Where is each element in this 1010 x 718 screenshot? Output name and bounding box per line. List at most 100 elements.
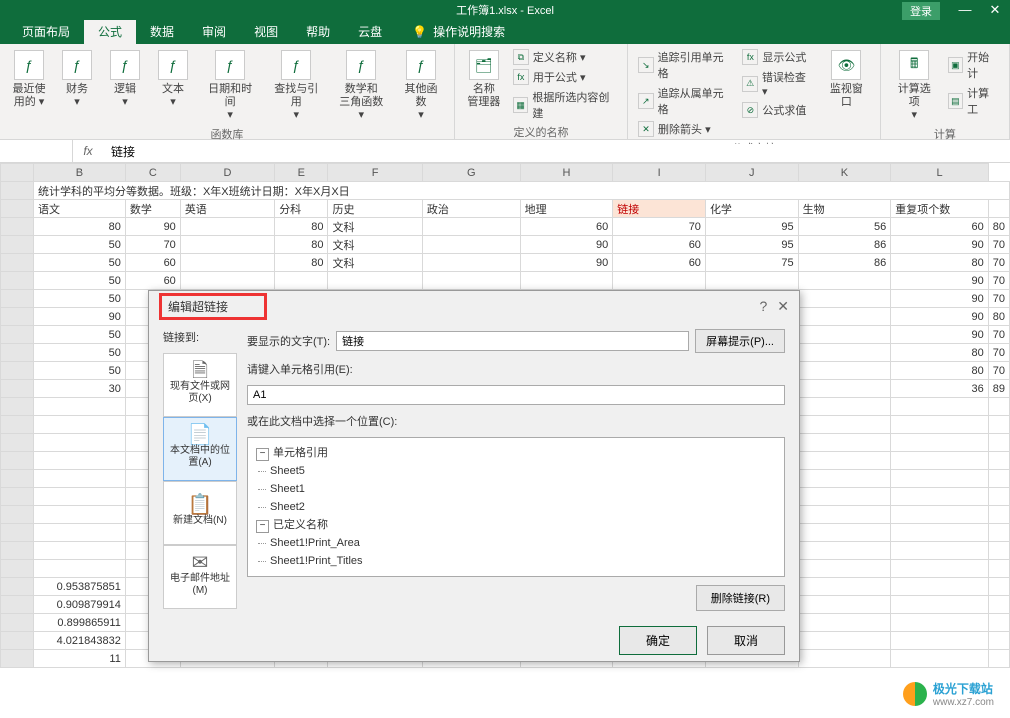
- cell[interactable]: [798, 524, 891, 542]
- cell[interactable]: 30: [33, 380, 125, 398]
- row-header[interactable]: [1, 434, 34, 452]
- cell[interactable]: [891, 398, 989, 416]
- cell[interactable]: [180, 236, 274, 254]
- cell[interactable]: 60: [613, 236, 706, 254]
- cell[interactable]: 90: [125, 218, 180, 236]
- function-category-button[interactable]: ƒ财务 ▾: [54, 48, 100, 111]
- cell[interactable]: [422, 218, 520, 236]
- cell[interactable]: [275, 272, 328, 290]
- cell[interactable]: [33, 524, 125, 542]
- row-header[interactable]: [1, 326, 34, 344]
- column-header[interactable]: L: [891, 164, 989, 182]
- tab-formulas[interactable]: 公式: [84, 19, 136, 44]
- tree-name[interactable]: Sheet1!Print_Area: [270, 537, 360, 549]
- dialog-close-icon[interactable]: ✕: [777, 298, 789, 315]
- row-header[interactable]: [1, 380, 34, 398]
- cell[interactable]: 80: [891, 344, 989, 362]
- function-category-button[interactable]: ƒ查找与引用 ▾: [264, 48, 328, 124]
- link-type-button[interactable]: 🗎现有文件或网页(X): [163, 353, 237, 417]
- cell[interactable]: [988, 524, 1009, 542]
- tree-name[interactable]: Sheet1!Print_Titles: [270, 555, 363, 567]
- row-header[interactable]: [1, 398, 34, 416]
- cell[interactable]: [891, 416, 989, 434]
- function-category-button[interactable]: ƒ最近使 用的 ▾: [6, 48, 52, 111]
- row-header[interactable]: [1, 308, 34, 326]
- error-checking-button[interactable]: ⚠错误检查 ▾: [738, 68, 817, 99]
- dialog-help-icon[interactable]: ?: [759, 298, 767, 315]
- link-type-button[interactable]: ✉电子邮件地址(M): [163, 545, 237, 609]
- row-header[interactable]: [1, 542, 34, 560]
- cell[interactable]: 50: [33, 272, 125, 290]
- column-header[interactable]: G: [422, 164, 520, 182]
- column-header[interactable]: K: [798, 164, 891, 182]
- row-header[interactable]: [1, 218, 34, 236]
- tab-cloud[interactable]: 云盘: [344, 19, 396, 44]
- login-button[interactable]: 登录: [902, 2, 940, 20]
- calc-now-button[interactable]: ▣开始计: [944, 48, 1003, 82]
- cell[interactable]: 60: [125, 272, 180, 290]
- cell[interactable]: [798, 452, 891, 470]
- trace-dependents-button[interactable]: ↗追踪从属单元格: [634, 84, 736, 118]
- cell[interactable]: 4.021843832: [33, 632, 125, 650]
- close-icon[interactable]: ✕: [980, 0, 1010, 20]
- cell[interactable]: 60: [613, 254, 706, 272]
- name-box[interactable]: [0, 140, 73, 162]
- column-title[interactable]: 数学: [125, 200, 180, 218]
- row-header[interactable]: [1, 596, 34, 614]
- cell[interactable]: [33, 452, 125, 470]
- cell[interactable]: [798, 344, 891, 362]
- cell[interactable]: 90: [520, 236, 613, 254]
- column-header[interactable]: E: [275, 164, 328, 182]
- cell[interactable]: 36: [891, 380, 989, 398]
- cell[interactable]: [988, 416, 1009, 434]
- cell[interactable]: 70: [988, 362, 1009, 380]
- evaluate-formula-button[interactable]: ⊘公式求值: [738, 101, 817, 119]
- column-header[interactable]: B: [33, 164, 125, 182]
- cell[interactable]: [798, 398, 891, 416]
- cell[interactable]: 60: [520, 218, 613, 236]
- cell[interactable]: 90: [891, 272, 989, 290]
- cell[interactable]: [180, 218, 274, 236]
- cell[interactable]: 90: [33, 308, 125, 326]
- row-header[interactable]: [1, 488, 34, 506]
- cell[interactable]: [33, 506, 125, 524]
- cell[interactable]: 80: [275, 236, 328, 254]
- cell[interactable]: [613, 272, 706, 290]
- column-title[interactable]: 化学: [705, 200, 798, 218]
- cell[interactable]: [798, 488, 891, 506]
- cell[interactable]: 文科: [328, 236, 422, 254]
- cell[interactable]: [798, 542, 891, 560]
- fx-icon[interactable]: fx: [73, 144, 103, 158]
- cell[interactable]: 50: [33, 290, 125, 308]
- cell[interactable]: 80: [988, 218, 1009, 236]
- tree-sheet[interactable]: Sheet5: [270, 465, 305, 477]
- cell[interactable]: 90: [520, 254, 613, 272]
- cell[interactable]: 70: [988, 290, 1009, 308]
- cell[interactable]: 0.953875851: [33, 578, 125, 596]
- cell[interactable]: [891, 560, 989, 578]
- cell[interactable]: [798, 290, 891, 308]
- tree-sheet[interactable]: Sheet2: [270, 501, 305, 513]
- cell[interactable]: [328, 272, 422, 290]
- cell[interactable]: 80: [33, 218, 125, 236]
- cell[interactable]: 70: [125, 236, 180, 254]
- cell[interactable]: [891, 524, 989, 542]
- cell[interactable]: [988, 434, 1009, 452]
- cell[interactable]: 60: [891, 218, 989, 236]
- column-title[interactable]: 重复项个数: [891, 200, 989, 218]
- cell[interactable]: 90: [891, 290, 989, 308]
- column-header[interactable]: [1, 164, 34, 182]
- cell[interactable]: [988, 506, 1009, 524]
- row-header[interactable]: [1, 290, 34, 308]
- cell[interactable]: 70: [988, 236, 1009, 254]
- cell[interactable]: [798, 308, 891, 326]
- cell[interactable]: [798, 416, 891, 434]
- function-category-button[interactable]: ƒ数学和 三角函数 ▾: [330, 48, 392, 124]
- cell[interactable]: 70: [988, 344, 1009, 362]
- cell[interactable]: 90: [891, 326, 989, 344]
- cell[interactable]: [798, 470, 891, 488]
- row-header[interactable]: [1, 470, 34, 488]
- remove-link-button[interactable]: 删除链接(R): [696, 585, 785, 611]
- cell[interactable]: 70: [613, 218, 706, 236]
- column-title[interactable]: 生物: [798, 200, 891, 218]
